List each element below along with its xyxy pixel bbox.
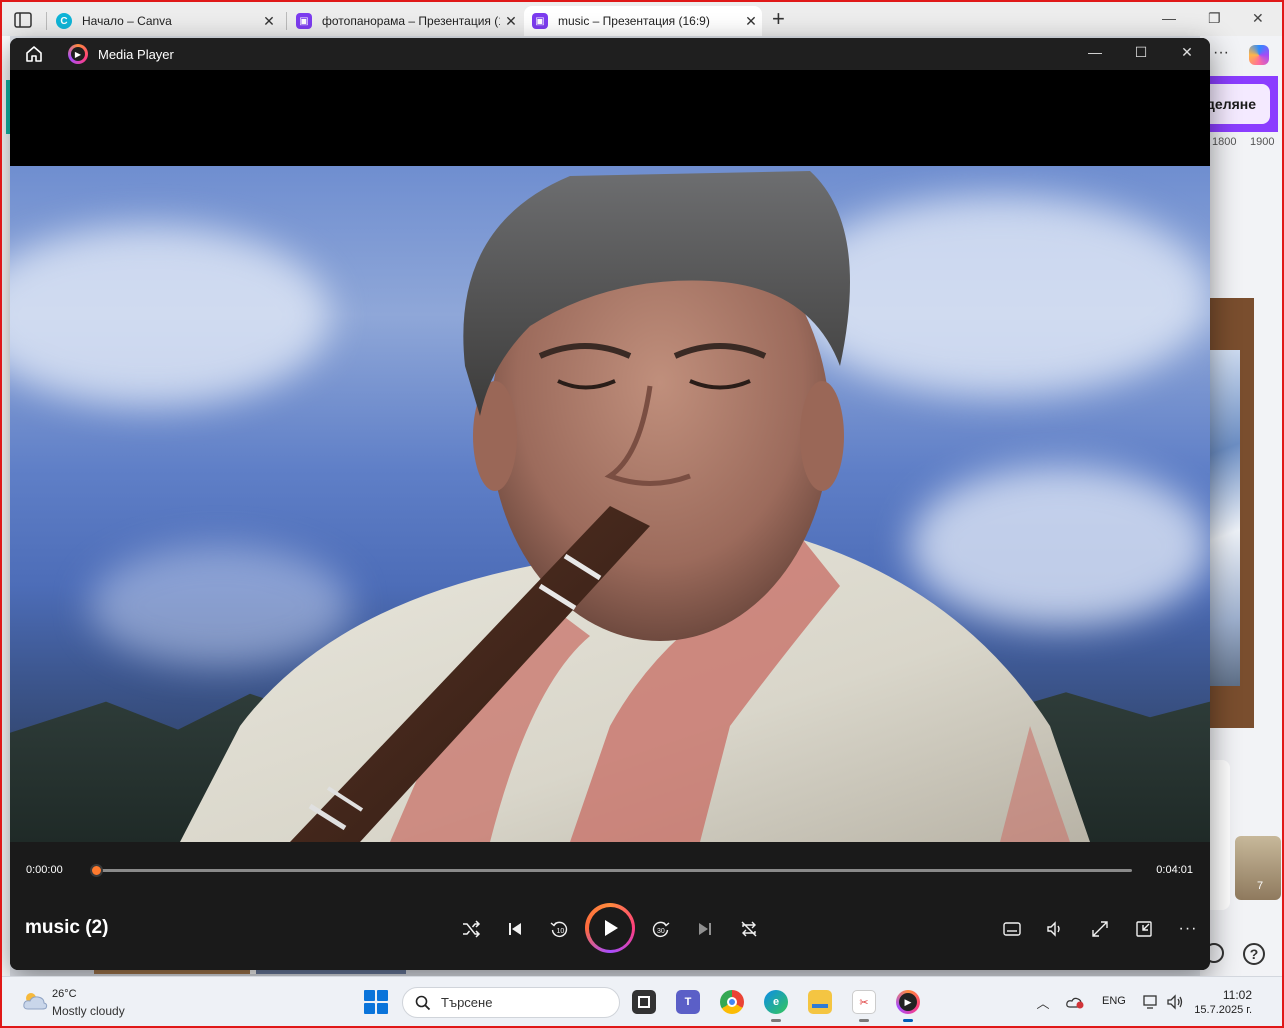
previous-icon[interactable]	[504, 918, 526, 940]
chevron-up-icon[interactable]: ︿	[1034, 993, 1052, 1011]
minimize-icon[interactable]: —	[1162, 10, 1176, 26]
snipping-tool-icon[interactable]: ✂	[852, 990, 876, 1014]
musician-figure	[180, 171, 1090, 842]
canva-page-thumbnail[interactable]: 7	[1235, 836, 1281, 900]
network-icon[interactable]	[1142, 993, 1160, 1011]
volume-icon[interactable]	[1044, 918, 1066, 940]
tab-title: music – Презентация (16:9)	[558, 14, 710, 28]
repeat-icon[interactable]	[738, 918, 760, 940]
progress-section: 0:00:00 0:04:01	[10, 850, 1210, 890]
tab-canva-home[interactable]: C Начало – Canva ✕	[48, 6, 280, 36]
close-icon[interactable]: ✕	[1252, 10, 1264, 27]
task-view-icon[interactable]	[632, 990, 656, 1014]
more-options-button[interactable]: ···	[1177, 918, 1199, 940]
canva-logo-icon: C	[56, 13, 72, 29]
close-icon[interactable]: ✕	[740, 13, 762, 30]
fullscreen-icon[interactable]	[1089, 918, 1111, 940]
media-player-taskbar-icon[interactable]: ▶	[896, 990, 920, 1014]
weather-description[interactable]: Mostly cloudy	[52, 1004, 125, 1018]
tab-fotopanorama[interactable]: ▣ фотопанорама – Презентация (1 ✕	[288, 6, 522, 36]
app-title: Media Player	[98, 47, 174, 62]
ruler-value: 1900	[1250, 136, 1275, 148]
chrome-icon[interactable]	[720, 990, 744, 1014]
search-icon	[415, 995, 431, 1010]
teams-icon[interactable]: T	[676, 990, 700, 1014]
miniplayer-icon[interactable]	[1133, 918, 1155, 940]
current-time: 0:00:00	[26, 864, 63, 876]
thumb-badge: 7	[1257, 880, 1264, 892]
shuffle-icon[interactable]	[460, 918, 482, 940]
edge-icon[interactable]: e	[764, 990, 788, 1014]
search-placeholder: Търсене	[441, 995, 493, 1010]
active-indicator	[903, 1019, 913, 1022]
file-explorer-icon[interactable]	[808, 990, 832, 1014]
canva-slide-image	[1210, 350, 1240, 686]
clock-time[interactable]: 11:02	[1223, 988, 1252, 1002]
close-icon[interactable]: ✕	[1177, 44, 1197, 61]
media-player-logo-icon: ▶	[68, 44, 88, 64]
browser-more-button[interactable]: ···	[1213, 44, 1229, 62]
tab-title: фотопанорама – Презентация (1	[322, 14, 500, 28]
tab-separator	[46, 12, 47, 30]
weather-temperature[interactable]: 26°C	[52, 988, 77, 1000]
track-title: music (2)	[25, 917, 109, 938]
language-indicator[interactable]: ENG	[1102, 995, 1126, 1007]
player-titlebar: ▶ Media Player — ☐ ✕	[10, 38, 1210, 70]
play-icon	[588, 906, 632, 950]
onedrive-error-icon[interactable]	[1066, 993, 1084, 1011]
clock-date[interactable]: 15.7.2025 г.	[1194, 1004, 1252, 1016]
restore-icon[interactable]: ❐	[1208, 10, 1221, 27]
rewind-10-icon[interactable]: 10	[548, 918, 570, 940]
seek-bar[interactable]	[90, 864, 1132, 877]
browser-tab-strip: C Начало – Canva ✕ ▣ фотопанорама – През…	[2, 2, 1282, 36]
help-button[interactable]: ?	[1243, 943, 1265, 965]
video-area[interactable]	[10, 70, 1210, 842]
close-icon[interactable]: ✕	[258, 13, 280, 30]
forward-30-icon[interactable]: 30	[650, 918, 672, 940]
seek-thumb[interactable]	[90, 864, 103, 877]
rewind-seconds: 10	[557, 928, 565, 935]
media-player-window: ▶ Media Player — ☐ ✕ 0:00:00 0:04:01 mus…	[10, 38, 1210, 970]
new-tab-button[interactable]: +	[772, 8, 785, 30]
captions-icon[interactable]	[1001, 918, 1023, 940]
home-icon[interactable]	[24, 45, 44, 63]
start-button[interactable]	[364, 990, 388, 1014]
tab-title: Начало – Canva	[82, 14, 172, 28]
forward-seconds: 30	[657, 928, 665, 935]
running-indicator	[859, 1019, 869, 1022]
taskbar-search[interactable]: Търсене	[402, 987, 620, 1018]
copilot-icon[interactable]	[1249, 45, 1269, 65]
close-icon[interactable]: ✕	[500, 13, 522, 30]
tab-music[interactable]: ▣ music – Презентация (16:9) ✕	[524, 6, 762, 36]
taskbar: 26°C Mostly cloudy Търсене T e ✂ ▶ ︿ ENG…	[2, 976, 1282, 1026]
play-button[interactable]	[585, 903, 635, 953]
video-frame	[10, 166, 1210, 842]
canva-left-panel	[2, 36, 10, 976]
speaker-icon[interactable]	[1166, 993, 1184, 1011]
running-indicator	[771, 1019, 781, 1022]
tab-separator	[286, 12, 287, 30]
ruler-value: 1800	[1212, 136, 1237, 148]
weather-cloud-icon[interactable]	[22, 991, 48, 1011]
canva-presentation-icon: ▣	[532, 13, 548, 29]
maximize-icon[interactable]: ☐	[1131, 44, 1151, 61]
canva-presentation-icon: ▣	[296, 13, 312, 29]
player-controls: music (2) 10 30 ···	[10, 890, 1210, 970]
next-icon[interactable]	[694, 918, 716, 940]
minimize-icon[interactable]: —	[1085, 44, 1105, 60]
total-time: 0:04:01	[1156, 864, 1193, 876]
tab-actions-icon[interactable]	[12, 9, 34, 31]
